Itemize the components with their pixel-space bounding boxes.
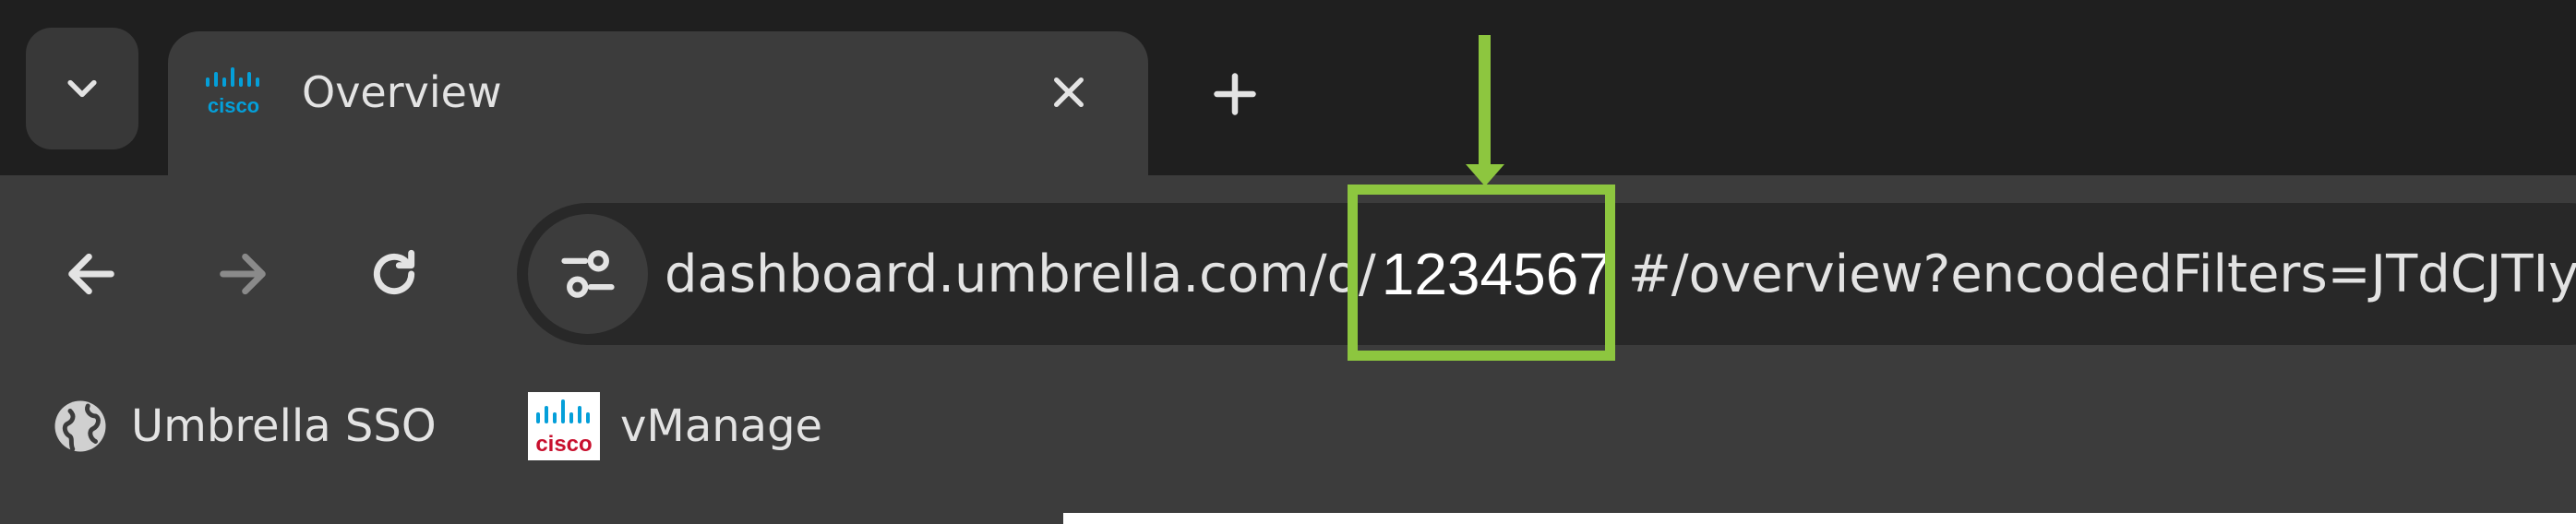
- annotation-arrow-head: [1466, 164, 1504, 186]
- close-icon: [1054, 77, 1084, 108]
- annotation-highlight-box: [1348, 185, 1615, 361]
- tab-title: Overview: [302, 67, 502, 117]
- bookmark-label: vManage: [620, 400, 823, 452]
- tab-search-button[interactable]: [26, 28, 138, 149]
- url-suffix: #/overview?encodedFilters=JTdCJTIy: [1627, 244, 2576, 304]
- annotation-arrow: [1479, 35, 1491, 172]
- browser-window: cisco Overview dashboard.umbrella.com/o/…: [0, 0, 2576, 524]
- bookmark-umbrella-sso[interactable]: Umbrella SSO: [50, 389, 437, 463]
- plus-icon: [1214, 73, 1256, 115]
- reload-icon: [373, 249, 415, 295]
- tab-close-button[interactable]: [1041, 65, 1096, 120]
- tune-icon: [561, 250, 615, 298]
- svg-text:cisco: cisco: [208, 94, 259, 117]
- reload-button[interactable]: [353, 232, 436, 316]
- tab-overview[interactable]: cisco Overview: [168, 31, 1148, 179]
- url-prefix: dashboard.umbrella.com/o/: [665, 244, 1376, 304]
- toolbar: dashboard.umbrella.com/o/1234567 #/overvi…: [0, 175, 2576, 524]
- chevron-down-icon: [67, 79, 97, 98]
- site-info-button[interactable]: [528, 214, 648, 334]
- arrow-right-icon: [220, 253, 266, 295]
- arrow-left-icon: [68, 253, 114, 295]
- cisco-logo-icon: cisco: [206, 67, 259, 117]
- new-tab-button[interactable]: [1200, 59, 1270, 129]
- svg-text:cisco: cisco: [535, 432, 592, 457]
- forward-button[interactable]: [201, 232, 284, 316]
- back-button[interactable]: [50, 232, 133, 316]
- globe-icon: [54, 400, 106, 452]
- url-text: dashboard.umbrella.com/o/1234567 #/overvi…: [665, 203, 2576, 345]
- bookmark-label: Umbrella SSO: [131, 400, 437, 452]
- cisco-logo-icon: cisco: [528, 392, 600, 460]
- bookmark-vmanage[interactable]: cisco vManage: [528, 389, 822, 463]
- page-content-edge: [1063, 513, 2576, 524]
